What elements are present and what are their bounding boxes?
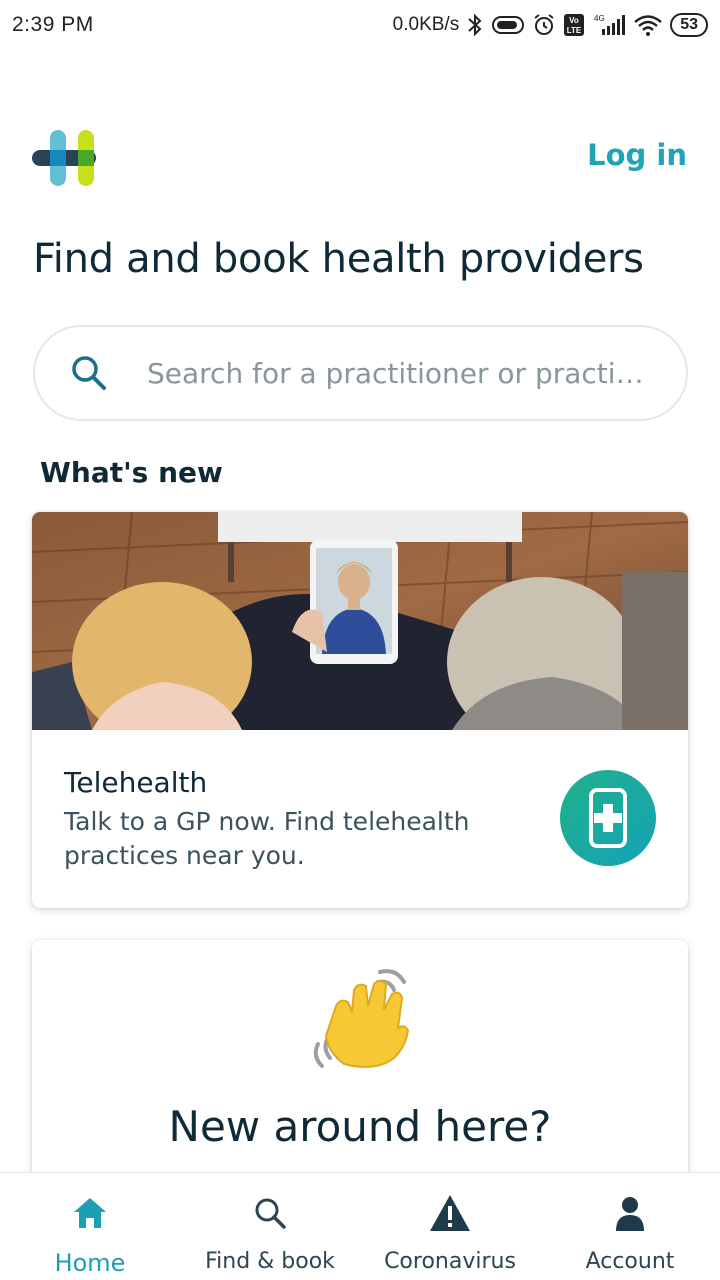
page-title: Find and book health providers	[33, 236, 644, 282]
nav-home-label: Home	[54, 1249, 126, 1277]
warning-icon	[428, 1191, 472, 1235]
nav-account[interactable]: Account	[540, 1173, 720, 1280]
nav-coronavirus[interactable]: Coronavirus	[360, 1173, 540, 1280]
search-input[interactable]	[147, 356, 667, 390]
search-bar[interactable]	[33, 325, 688, 421]
welcome-title: New around here?	[168, 1102, 552, 1151]
account-icon	[608, 1191, 652, 1235]
bottom-nav: Home Find & book Coronavirus Account	[0, 1172, 720, 1280]
telehealth-card[interactable]: Telehealth Talk to a GP now. Find telehe…	[32, 512, 688, 908]
status-icons: 0.0KB/s Vo LTE 4G 53	[393, 13, 708, 37]
phone-medical-icon	[560, 770, 656, 866]
telehealth-content: Telehealth Talk to a GP now. Find telehe…	[32, 730, 688, 873]
status-time: 2:39 PM	[12, 13, 94, 36]
vibrate-icon	[492, 16, 525, 34]
nav-find-book-label: Find & book	[205, 1249, 335, 1274]
home-icon	[68, 1191, 112, 1235]
login-button[interactable]: Log in	[587, 138, 687, 172]
nav-coronavirus-label: Coronavirus	[384, 1249, 516, 1274]
battery-icon: 53	[670, 13, 708, 37]
whats-new-title: What's new	[40, 456, 223, 489]
telehealth-photo	[32, 512, 688, 730]
waving-hand-icon	[313, 969, 410, 1068]
network-speed: 0.0KB/s	[392, 14, 460, 35]
wifi-icon	[634, 15, 663, 36]
search-icon	[72, 356, 106, 390]
nav-find-book[interactable]: Find & book	[180, 1173, 360, 1280]
search-icon	[248, 1191, 292, 1235]
svg-text:LTE: LTE	[567, 26, 582, 35]
volte-icon: VoLTE	[564, 14, 585, 36]
healthengine-logo-icon	[32, 130, 96, 186]
nav-home[interactable]: Home	[0, 1173, 180, 1280]
bluetooth-icon	[468, 13, 482, 37]
alarm-icon	[534, 14, 554, 35]
signal-4g-icon: 4G	[594, 14, 626, 35]
svg-text:4G: 4G	[594, 14, 605, 23]
svg-text:Vo: Vo	[569, 16, 579, 25]
status-bar: 2:39 PM 0.0KB/s Vo LTE 4G 53	[0, 0, 720, 50]
nav-account-label: Account	[585, 1249, 675, 1274]
telehealth-description: Talk to a GP now. Find telehealth practi…	[64, 807, 470, 870]
